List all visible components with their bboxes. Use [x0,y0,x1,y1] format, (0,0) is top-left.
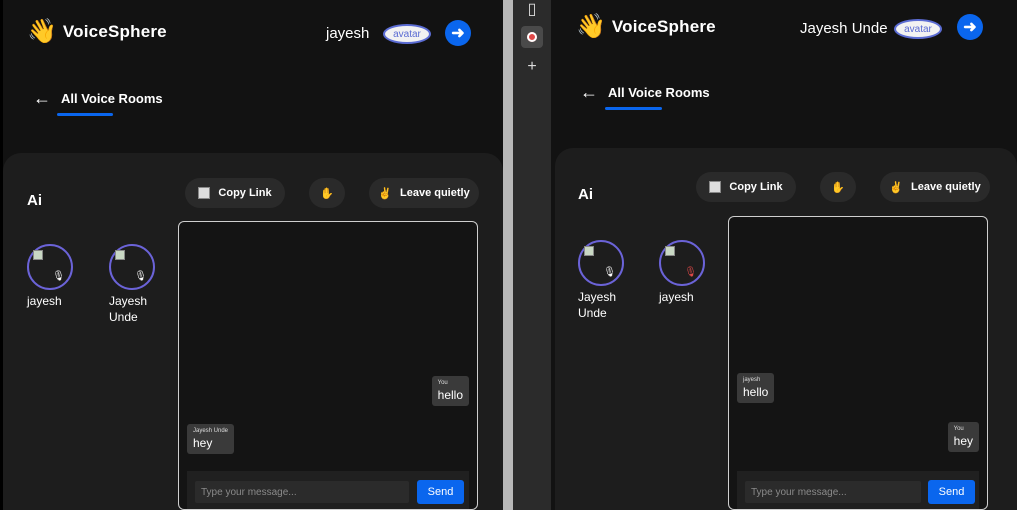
record-icon [527,32,537,42]
participant-avatar: 🎙 [578,240,624,286]
arrow-right-icon: ➜ [451,25,465,42]
app-name: VoiceSphere [62,22,167,41]
plus-icon[interactable]: + [521,56,543,78]
logo[interactable]: 👋 VoiceSphere [27,20,167,44]
raised-hand-icon: ✋ [831,181,845,194]
leave-quietly-button[interactable]: ✌ Leave quietly [880,172,990,202]
room-panel: Ai Copy Link ✋ ✌ Leave quietly 🎙 jayesh [3,153,503,510]
raise-hand-button[interactable]: ✋ [820,172,856,202]
chat-message: You hello [431,376,469,406]
message-input[interactable]: Type your message... [195,481,409,503]
broken-image-icon [665,246,675,256]
back-label: All Voice Rooms [608,85,710,100]
message-text: hey [193,436,213,450]
mic-muted-icon: 🎙 [684,267,697,278]
right-window: 👋 VoiceSphere Jayesh Unde avatar ➜ ← All… [551,0,1017,510]
participant-name: Jayesh Unde [578,290,617,320]
send-button[interactable]: Send [417,480,464,504]
arrow-right-icon: ➜ [963,19,977,36]
user-name: Jayesh Unde [800,20,888,37]
participant-name: jayesh [27,294,62,308]
waving-hand-icon: 👋 [27,18,57,45]
copy-link-label: Copy Link [218,187,272,199]
message-input[interactable]: Type your message... [745,481,921,503]
participant[interactable]: 🎙 jayesh [27,244,75,309]
page-icon[interactable]: ▯ [521,0,543,18]
chat-panel: You hello Jayesh Unde hey Type your mess… [178,221,478,510]
message-author: You [437,380,448,386]
left-window: 👋 VoiceSphere jayesh avatar ➜ ← All Voic… [0,0,503,510]
split-divider[interactable] [503,0,513,510]
logo[interactable]: 👋 VoiceSphere [576,15,716,39]
participant[interactable]: 🎙 Jayesh Unde [578,240,626,321]
victory-hand-icon: ✌ [889,181,903,194]
victory-hand-icon: ✌ [378,187,392,200]
participant-avatar: 🎙 [659,240,705,286]
room-title: Ai [578,186,593,203]
message-text: hello [437,388,463,402]
chat-message: jayesh hello [737,373,775,403]
copy-link-button[interactable]: Copy Link [185,178,285,208]
participant[interactable]: 🎙 Jayesh Unde [109,244,157,325]
record-button[interactable] [521,26,543,48]
leave-label: Leave quietly [911,181,981,193]
mic-icon: 🎙 [52,271,65,282]
room-panel: Ai Copy Link ✋ ✌ Leave quietly 🎙 Jayesh … [555,148,1017,510]
waving-hand-icon: 👋 [576,13,606,40]
app-name: VoiceSphere [611,17,716,36]
leave-label: Leave quietly [400,187,470,199]
avatar[interactable]: avatar [383,24,431,44]
participant-avatar: 🎙 [27,244,73,290]
message-composer: Type your message... Send [187,471,469,509]
raise-hand-button[interactable]: ✋ [309,178,345,208]
avatar[interactable]: avatar [894,19,942,39]
active-underline [605,107,662,110]
message-author: You [953,426,964,432]
raised-hand-icon: ✋ [320,187,334,200]
participant[interactable]: 🎙 jayesh [659,240,707,305]
chat-message: Jayesh Unde hey [187,424,235,454]
chat-panel: jayesh hello You hey Type your message..… [728,216,988,510]
back-link[interactable]: ← All Voice Rooms [33,88,163,109]
copy-link-button[interactable]: Copy Link [696,172,796,202]
broken-image-icon [584,246,594,256]
link-image-icon [709,181,722,193]
logout-button[interactable]: ➜ [957,14,983,40]
user-name: jayesh [326,25,370,42]
header: 👋 VoiceSphere jayesh avatar ➜ [3,0,503,66]
participant-name: Jayesh Unde [109,294,148,324]
arrow-left-icon: ← [580,82,598,102]
message-text: hello [743,385,769,399]
room-title: Ai [27,192,42,209]
side-toolbar: ▯ + [513,0,551,510]
leave-quietly-button[interactable]: ✌ Leave quietly [369,178,479,208]
copy-link-label: Copy Link [729,181,783,193]
screen: 👋 VoiceSphere jayesh avatar ➜ ← All Voic… [0,0,1017,510]
chat-message: You hey [947,422,979,452]
header: 👋 VoiceSphere Jayesh Unde avatar ➜ [551,0,1017,66]
mic-icon: 🎙 [603,267,616,278]
message-composer: Type your message... Send [737,471,979,509]
participant-name: jayesh [659,290,694,304]
back-label: All Voice Rooms [61,91,163,106]
logout-button[interactable]: ➜ [445,20,471,46]
back-link[interactable]: ← All Voice Rooms [580,82,710,103]
active-underline [57,113,113,116]
message-text: hey [953,434,973,448]
message-author: jayesh [743,377,761,383]
participant-avatar: 🎙 [109,244,155,290]
message-author: Jayesh Unde [193,428,229,434]
link-image-icon [198,187,211,199]
mic-icon: 🎙 [134,271,147,282]
send-button[interactable]: Send [928,480,975,504]
broken-image-icon [115,250,125,260]
broken-image-icon [33,250,43,260]
arrow-left-icon: ← [33,88,51,108]
